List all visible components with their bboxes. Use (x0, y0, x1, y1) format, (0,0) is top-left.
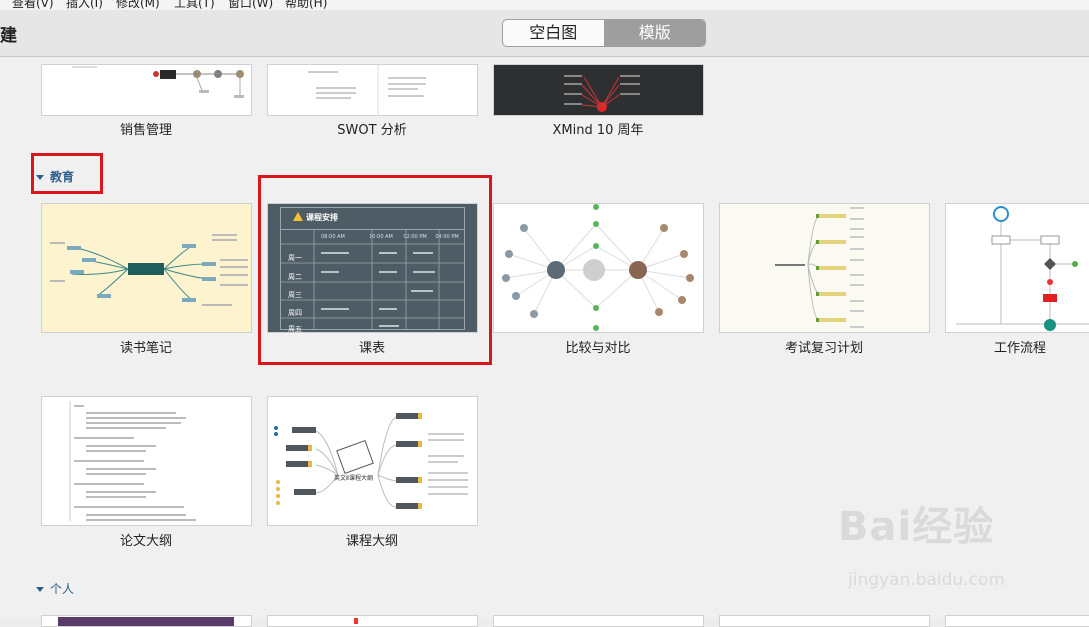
template-label-xmind10: XMind 10 周年 (552, 123, 644, 138)
workflow-thumbnail (956, 206, 1089, 331)
exam-plan-thumbnail (775, 207, 864, 328)
template-card-reading-notes[interactable] (41, 203, 252, 333)
template-label-schedule: 课表 (358, 341, 385, 356)
watermark-url: jingyan.baidu.com (848, 570, 1005, 590)
template-label-workflow: 工作流程 (993, 341, 1046, 356)
template-card-personal-3[interactable] (493, 615, 704, 627)
template-label-reading-notes: 读书笔记 (119, 341, 172, 356)
template-label-course-outline: 课程大纲 (345, 534, 398, 549)
collapse-triangle-icon (36, 587, 44, 592)
template-label-thesis-outline: 论文大纲 (119, 534, 172, 549)
template-card-personal-1[interactable] (41, 615, 252, 627)
highlight-box-education (31, 153, 103, 194)
view-segmented-control: 空白图 模版 (502, 19, 706, 47)
template-label-exam-plan: 考试复习计划 (784, 341, 863, 356)
section-personal[interactable]: 个人 (36, 580, 74, 597)
template-card-personal-5[interactable] (945, 615, 1089, 627)
course-outline-thumbnail: 英文Ⅱ课程大纲 (274, 413, 468, 509)
tab-template[interactable]: 模版 (604, 20, 705, 46)
swot-thumbnail (308, 65, 426, 115)
template-card-workflow[interactable] (945, 203, 1089, 333)
template-label-sales: 销售管理 (119, 123, 172, 138)
personal-1-thumbnail (58, 617, 234, 626)
template-card-compare[interactable] (493, 203, 704, 333)
section-personal-label: 个人 (50, 582, 75, 596)
template-card-personal-2[interactable] (267, 615, 478, 627)
dialog-header: 建 空白图 模版 (0, 10, 1089, 57)
template-card-thesis-outline[interactable] (41, 396, 252, 526)
thesis-thumbnail (69, 401, 196, 521)
template-card-personal-4[interactable] (719, 615, 930, 627)
template-label-swot: SWOT 分析 (337, 123, 407, 138)
template-card-swot[interactable] (267, 64, 478, 116)
template-card-xmind10[interactable] (493, 64, 704, 116)
xmind10-thumbnail (564, 75, 640, 112)
menubar: 查看(V) 插入(I) 修改(M) 工具(T) 窗口(W) 帮助(H) (0, 0, 1089, 10)
compare-thumbnail (502, 204, 694, 331)
reading-notes-thumbnail (50, 234, 248, 306)
tab-blank-map[interactable]: 空白图 (503, 20, 605, 46)
template-card-sales[interactable] (41, 64, 252, 116)
dialog-title: 建 (0, 26, 17, 46)
template-card-course-outline[interactable]: 英文Ⅱ课程大纲 (267, 396, 478, 526)
template-label-compare: 比较与对比 (565, 341, 631, 356)
sales-thumbnail (72, 66, 244, 98)
template-card-exam-plan[interactable] (719, 203, 930, 333)
course-outline-center-text: 英文Ⅱ课程大纲 (334, 474, 373, 482)
watermark-brand: Bai经验 (838, 504, 995, 550)
